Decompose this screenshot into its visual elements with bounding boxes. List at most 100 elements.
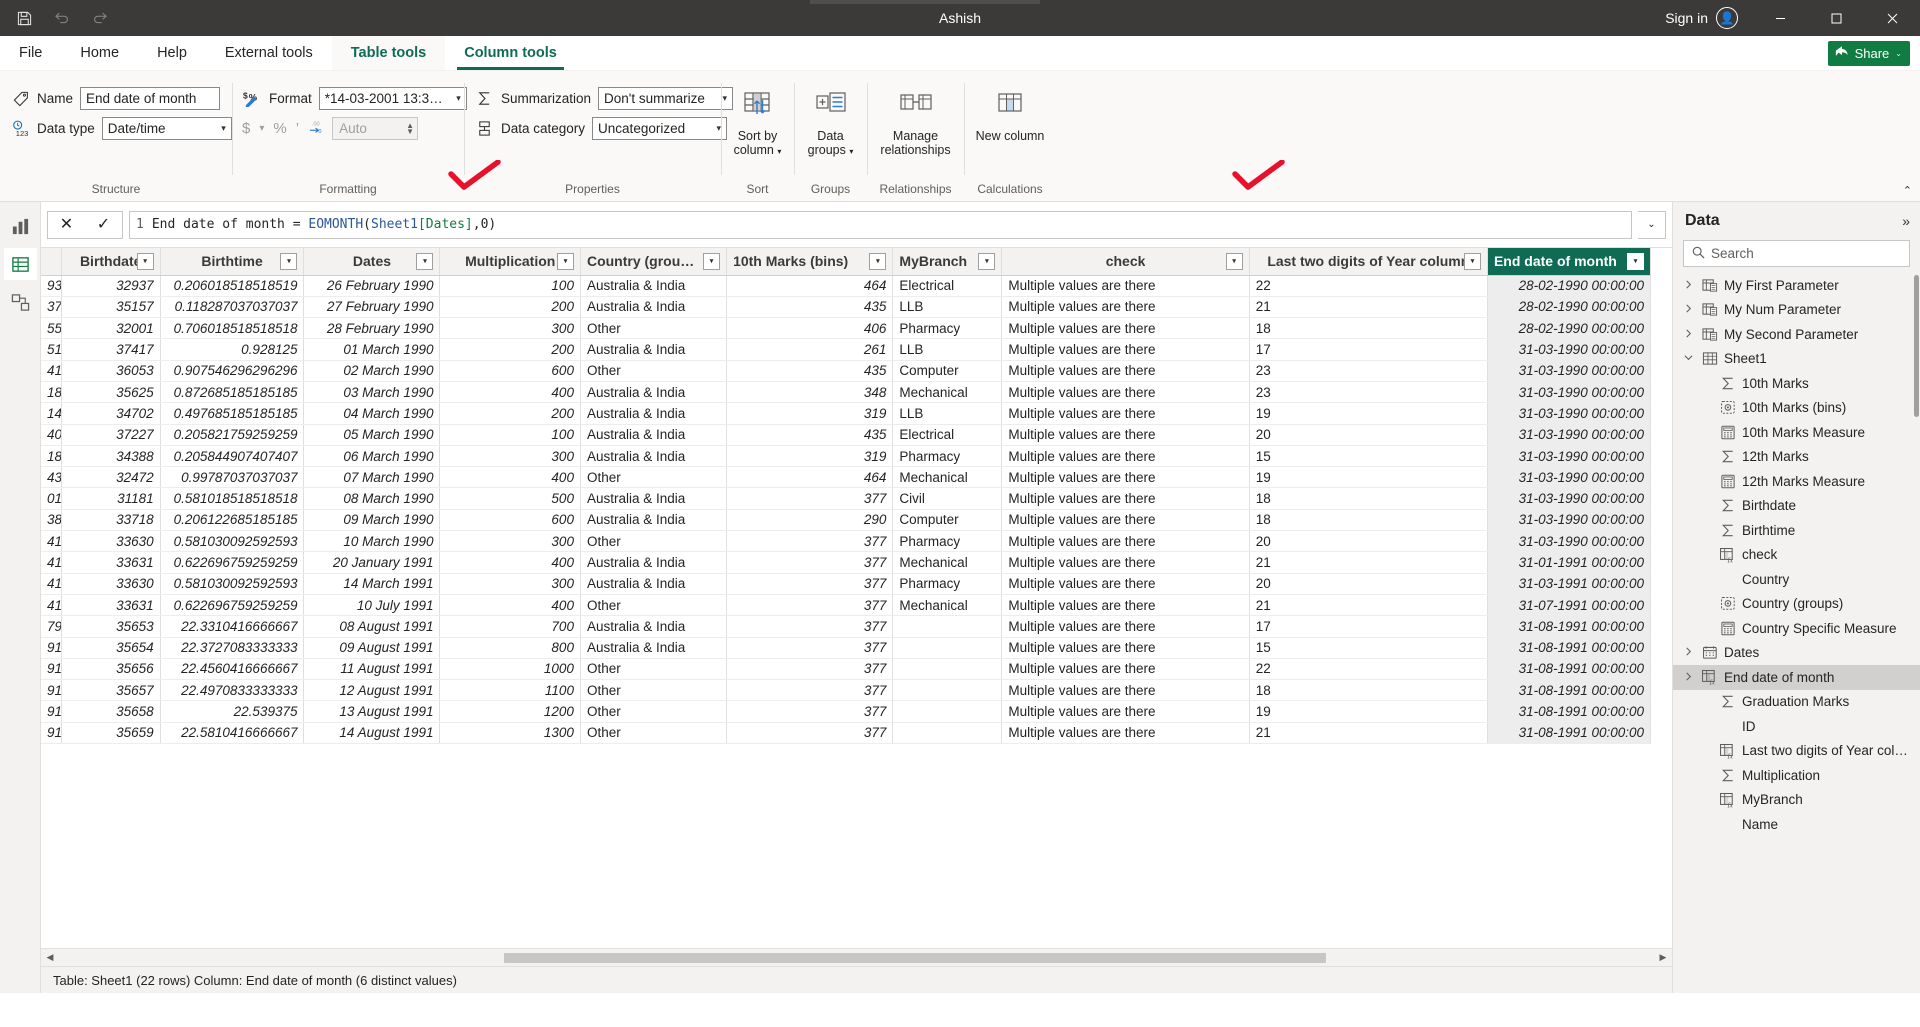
data-type-dropdown[interactable]: Date/time ▾ bbox=[101, 117, 232, 140]
table-cell[interactable]: LLB bbox=[892, 296, 1003, 319]
table-cell[interactable]: 410 bbox=[41, 360, 62, 382]
table-cell[interactable]: 31-03-1990 00:00:00 bbox=[1487, 338, 1652, 361]
table-cell[interactable]: 406 bbox=[726, 317, 894, 340]
table-cell[interactable]: 200 bbox=[439, 296, 581, 319]
column-name-input[interactable]: End date of month bbox=[80, 87, 221, 110]
filter-dropdown-icon[interactable]: ▾ bbox=[703, 252, 721, 270]
table-cell[interactable] bbox=[892, 615, 1003, 638]
table-cell[interactable]: 31-03-1990 00:00:00 bbox=[1487, 509, 1652, 532]
table-cell[interactable]: 916 bbox=[41, 679, 62, 702]
table-cell[interactable]: Other bbox=[580, 722, 728, 745]
table-cell[interactable]: 11 August 1991 bbox=[303, 658, 441, 681]
table-cell[interactable]: 377 bbox=[726, 658, 894, 681]
table-cell[interactable]: 430 bbox=[41, 466, 62, 489]
table-cell[interactable]: Multiple values are there bbox=[1001, 381, 1250, 404]
table-cell[interactable] bbox=[892, 637, 1003, 659]
column-header-end-date-of-month[interactable]: End date of month ▾ bbox=[1487, 248, 1652, 276]
table-cell[interactable]: 0.581030092592593 bbox=[160, 530, 305, 553]
table-cell[interactable]: Multiple values are there bbox=[1001, 424, 1250, 446]
table-cell[interactable]: 22.3727083333333 bbox=[160, 637, 305, 659]
table-cell[interactable]: 20 January 1991 bbox=[303, 551, 441, 574]
table-cell[interactable]: LLB bbox=[892, 402, 1003, 425]
table-cell[interactable]: 377 bbox=[726, 530, 894, 553]
column-header-check[interactable]: check ▾ bbox=[1001, 248, 1250, 276]
table-cell[interactable]: 35625 bbox=[61, 381, 161, 404]
table-cell[interactable]: 37417 bbox=[61, 338, 161, 361]
table-row[interactable]: 180343880.20584490740740706 March 199030… bbox=[41, 445, 1652, 468]
field-list-item[interactable]: My First Parameter bbox=[1673, 273, 1920, 298]
table-row[interactable]: 9163565622.456041666666711 August 199110… bbox=[41, 658, 1652, 681]
tab-column-tools[interactable]: Column tools bbox=[445, 36, 576, 70]
table-cell[interactable]: 31181 bbox=[61, 487, 161, 510]
table-cell[interactable]: 34388 bbox=[61, 445, 161, 468]
table-cell[interactable]: 400 bbox=[439, 381, 581, 404]
table-cell[interactable]: 22.3310416666667 bbox=[160, 615, 305, 638]
report-view-icon[interactable] bbox=[4, 210, 37, 242]
table-cell[interactable]: 0.622696759259259 bbox=[160, 594, 305, 617]
table-cell[interactable]: 20 bbox=[1249, 573, 1488, 595]
scroll-right-arrow-icon[interactable]: ▶ bbox=[1654, 952, 1672, 963]
table-cell[interactable]: Mechanical bbox=[892, 594, 1003, 617]
table-cell[interactable]: 319 bbox=[726, 402, 894, 425]
table-row[interactable]: 387337180.20612268518518509 March 199060… bbox=[41, 509, 1652, 532]
tab-help[interactable]: Help bbox=[138, 36, 206, 70]
chevron-right-icon[interactable] bbox=[1681, 280, 1695, 291]
cancel-formula-button[interactable]: ✕ bbox=[60, 216, 73, 233]
table-row[interactable]: 430324720.9978703703703707 March 1990400… bbox=[41, 466, 1652, 489]
table-cell[interactable] bbox=[892, 658, 1003, 681]
table-cell[interactable]: 14 March 1991 bbox=[303, 573, 441, 595]
table-cell[interactable]: Australia & India bbox=[580, 487, 728, 510]
table-cell[interactable]: 21 bbox=[1249, 551, 1488, 574]
table-cell[interactable]: 33631 bbox=[61, 551, 161, 574]
table-cell[interactable]: 146 bbox=[41, 402, 62, 425]
table-cell[interactable]: Multiple values are there bbox=[1001, 466, 1250, 489]
table-cell[interactable]: 916 bbox=[41, 722, 62, 745]
table-cell[interactable]: 34702 bbox=[61, 402, 161, 425]
column-header-mybranch[interactable]: MyBranch ▾ bbox=[892, 248, 1003, 276]
data-category-dropdown[interactable]: Uncategorized ▾ bbox=[592, 117, 728, 140]
table-cell[interactable]: 400 bbox=[439, 594, 581, 617]
table-cell[interactable]: 18 bbox=[1249, 317, 1488, 340]
table-cell[interactable]: 934 bbox=[41, 275, 62, 297]
table-cell[interactable]: 35654 bbox=[61, 637, 161, 659]
decimal-auto-spinner[interactable]: Auto ▲ ▼ bbox=[332, 117, 419, 140]
table-cell[interactable]: 0.206018518518519 bbox=[160, 275, 305, 297]
table-cell[interactable]: Multiple values are there bbox=[1001, 402, 1250, 425]
field-list-item[interactable]: Country bbox=[1673, 567, 1920, 592]
table-cell[interactable]: 0.872685185185185 bbox=[160, 381, 305, 404]
table-cell[interactable]: Multiple values are there bbox=[1001, 338, 1250, 361]
table-cell[interactable]: 14 August 1991 bbox=[303, 722, 441, 745]
table-cell[interactable]: 21 bbox=[1249, 722, 1488, 745]
table-cell[interactable]: Multiple values are there bbox=[1001, 317, 1250, 340]
table-cell[interactable]: 31-07-1991 00:00:00 bbox=[1487, 594, 1652, 617]
table-cell[interactable]: Multiple values are there bbox=[1001, 551, 1250, 574]
tab-table-tools[interactable]: Table tools bbox=[331, 36, 446, 70]
table-cell[interactable]: Multiple values are there bbox=[1001, 679, 1250, 702]
table-cell[interactable]: Australia & India bbox=[580, 637, 728, 659]
table-cell[interactable]: 08 August 1991 bbox=[303, 615, 441, 638]
table-cell[interactable]: 13 August 1991 bbox=[303, 700, 441, 723]
sort-by-column-button[interactable]: Sort by column ▾ bbox=[731, 81, 784, 159]
field-list-item[interactable]: Name bbox=[1673, 812, 1920, 837]
scroll-left-arrow-icon[interactable]: ◀ bbox=[41, 952, 59, 963]
table-cell[interactable]: Multiple values are there bbox=[1001, 573, 1250, 595]
minimize-button[interactable] bbox=[1752, 0, 1808, 36]
sign-in-button[interactable]: Sign in 👤 bbox=[1651, 7, 1752, 29]
table-row[interactable]: 188356250.87268518518518503 March 199040… bbox=[41, 381, 1652, 404]
maximize-button[interactable] bbox=[1808, 0, 1864, 36]
table-cell[interactable]: 418 bbox=[41, 551, 62, 574]
filter-dropdown-icon[interactable]: ▾ bbox=[869, 252, 887, 270]
table-cell[interactable]: 188 bbox=[41, 381, 62, 404]
table-row[interactable]: 934329370.20601851851851926 February 199… bbox=[41, 275, 1652, 297]
chevron-right-icon[interactable] bbox=[1681, 304, 1695, 315]
table-cell[interactable]: 33630 bbox=[61, 530, 161, 553]
filter-dropdown-icon[interactable]: ▾ bbox=[280, 252, 298, 270]
table-cell[interactable]: 464 bbox=[726, 275, 894, 297]
table-cell[interactable]: 08 March 1990 bbox=[303, 487, 441, 510]
table-cell[interactable]: 377 bbox=[726, 637, 894, 659]
table-cell[interactable]: Electrical bbox=[892, 275, 1003, 297]
table-cell[interactable]: Multiple values are there bbox=[1001, 487, 1250, 510]
format-dropdown[interactable]: *14-03-2001 13:30:... ▾ bbox=[318, 87, 467, 110]
table-cell[interactable]: 0.205844907407407 bbox=[160, 445, 305, 468]
share-button[interactable]: Share ⌄ bbox=[1827, 40, 1910, 66]
